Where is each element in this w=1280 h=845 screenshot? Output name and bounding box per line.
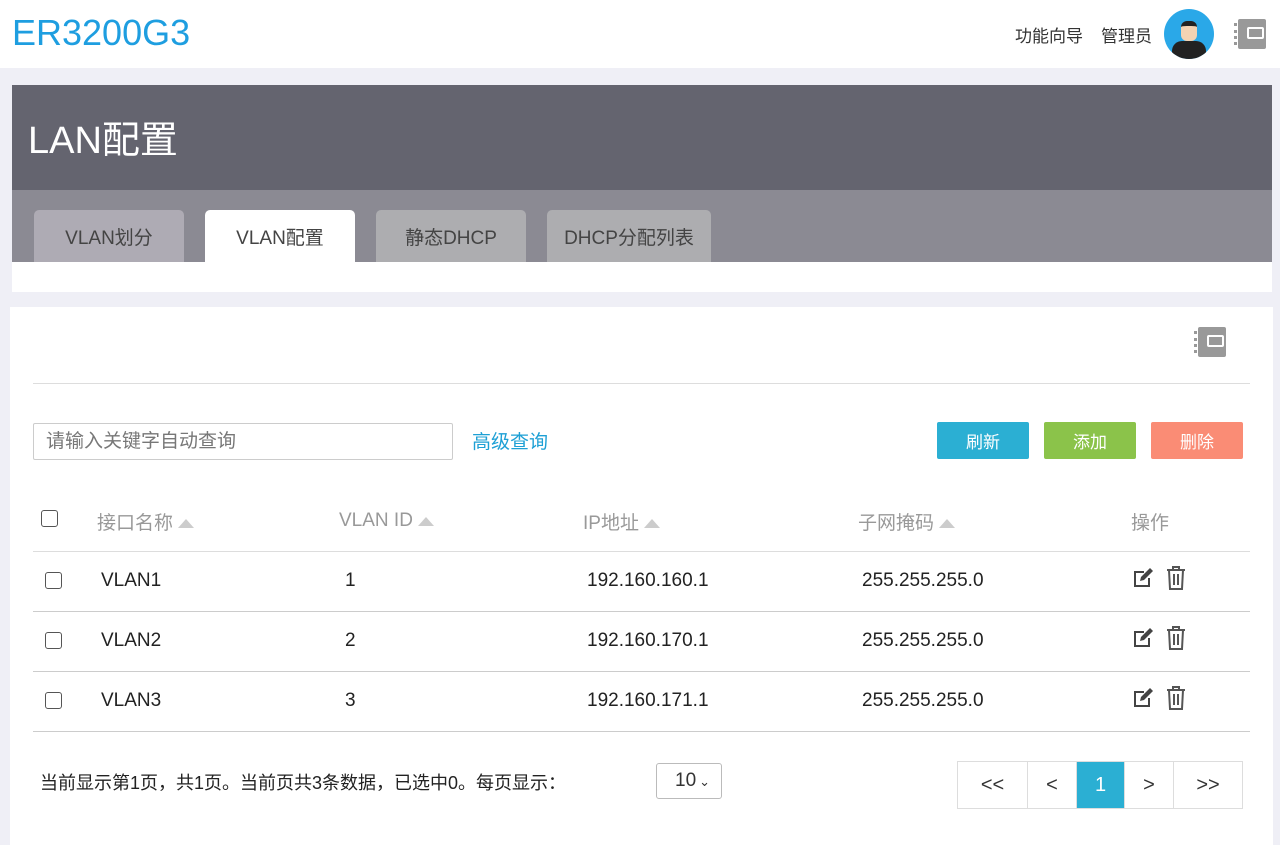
vlan-table: 接口名称 VLAN ID IP地址 子网掩码 操作 VLAN1 1 192.16…: [33, 492, 1250, 732]
col-mask[interactable]: 子网掩码: [858, 492, 1131, 552]
sort-icon[interactable]: [939, 519, 956, 529]
sort-icon[interactable]: [417, 516, 434, 526]
tab-bar: VLAN划分 VLAN配置 静态DHCP DHCP分配列表: [12, 190, 1272, 262]
sort-icon[interactable]: [643, 519, 660, 529]
page-title: LAN配置: [28, 120, 178, 162]
top-bar: ER3200G3 功能向导 管理员: [0, 0, 1280, 68]
add-button[interactable]: 添加: [1044, 422, 1136, 459]
cell-vlan-id: 3: [339, 671, 583, 732]
col-interface[interactable]: 接口名称: [97, 492, 339, 552]
row-checkbox[interactable]: [45, 632, 62, 650]
admin-link[interactable]: 管理员: [1101, 22, 1152, 47]
col-actions: 操作: [1131, 492, 1250, 552]
page-1-button[interactable]: 1: [1077, 762, 1125, 808]
trash-icon[interactable]: [1165, 625, 1187, 657]
table-row: VLAN1 1 192.160.160.1 255.255.255.0: [33, 551, 1250, 612]
content-panel: 高级查询 刷新 添加 删除 接口名称 VLAN ID IP地址 子网掩码 操作 …: [10, 307, 1273, 845]
header-label: IP地址: [583, 512, 639, 534]
pager: << < 1 > >>: [957, 761, 1243, 809]
cell-ip: 192.160.170.1: [583, 611, 858, 672]
page-header: LAN配置: [12, 85, 1272, 190]
cell-interface: VLAN3: [97, 671, 339, 732]
table-row: VLAN3 3 192.160.171.1 255.255.255.0: [33, 671, 1250, 732]
header-label: 接口名称: [97, 512, 174, 534]
tab-content-strip: [12, 262, 1272, 292]
cell-ip: 192.160.160.1: [583, 551, 858, 612]
next-page-button[interactable]: >: [1125, 762, 1174, 808]
trash-icon[interactable]: [1165, 685, 1187, 717]
cell-interface: VLAN2: [97, 611, 339, 672]
pagination-status: 当前显示第1页，共1页。当前页共3条数据，已选中0。每页显示：: [40, 773, 567, 793]
table-row: VLAN2 2 192.160.170.1 255.255.255.0: [33, 611, 1250, 672]
tab-vlan-division[interactable]: VLAN划分: [34, 210, 184, 262]
wizard-link[interactable]: 功能向导: [1015, 22, 1083, 47]
tab-vlan-config[interactable]: VLAN配置: [205, 210, 355, 262]
search-input[interactable]: [33, 423, 453, 460]
row-checkbox[interactable]: [45, 572, 62, 590]
notebook-icon[interactable]: [1234, 19, 1266, 49]
select-all-checkbox[interactable]: [41, 509, 58, 527]
cell-vlan-id: 2: [339, 611, 583, 672]
col-vlan-id[interactable]: VLAN ID: [339, 492, 583, 552]
cell-vlan-id: 1: [339, 551, 583, 612]
page-size-select[interactable]: 10 ⌄: [656, 763, 722, 799]
divider: [33, 383, 1250, 384]
cell-interface: VLAN1: [97, 551, 339, 612]
last-page-button[interactable]: >>: [1174, 762, 1242, 808]
prev-page-button[interactable]: <: [1028, 762, 1077, 808]
advanced-search-link[interactable]: 高级查询: [472, 427, 548, 454]
tab-dhcp-list[interactable]: DHCP分配列表: [547, 210, 711, 262]
col-ip[interactable]: IP地址: [583, 492, 858, 552]
edit-icon[interactable]: [1131, 626, 1155, 656]
edit-icon[interactable]: [1131, 566, 1155, 596]
trash-icon[interactable]: [1165, 565, 1187, 597]
avatar[interactable]: [1164, 9, 1214, 59]
header-label: VLAN ID: [339, 510, 413, 532]
page-size-value: 10: [675, 770, 697, 791]
brand-logo: ER3200G3: [12, 12, 191, 53]
sort-icon[interactable]: [178, 519, 195, 529]
tab-static-dhcp[interactable]: 静态DHCP: [376, 210, 526, 262]
cell-mask: 255.255.255.0: [858, 551, 1131, 612]
cell-mask: 255.255.255.0: [858, 671, 1131, 732]
cell-ip: 192.160.171.1: [583, 671, 858, 732]
delete-button[interactable]: 删除: [1151, 422, 1243, 459]
header-label: 子网掩码: [858, 512, 935, 534]
refresh-button[interactable]: 刷新: [937, 422, 1029, 459]
edit-icon[interactable]: [1131, 686, 1155, 716]
chevron-down-icon: ⌄: [699, 774, 711, 789]
notebook-icon[interactable]: [1194, 327, 1226, 357]
row-checkbox[interactable]: [45, 692, 62, 710]
cell-mask: 255.255.255.0: [858, 611, 1131, 672]
first-page-button[interactable]: <<: [958, 762, 1028, 808]
